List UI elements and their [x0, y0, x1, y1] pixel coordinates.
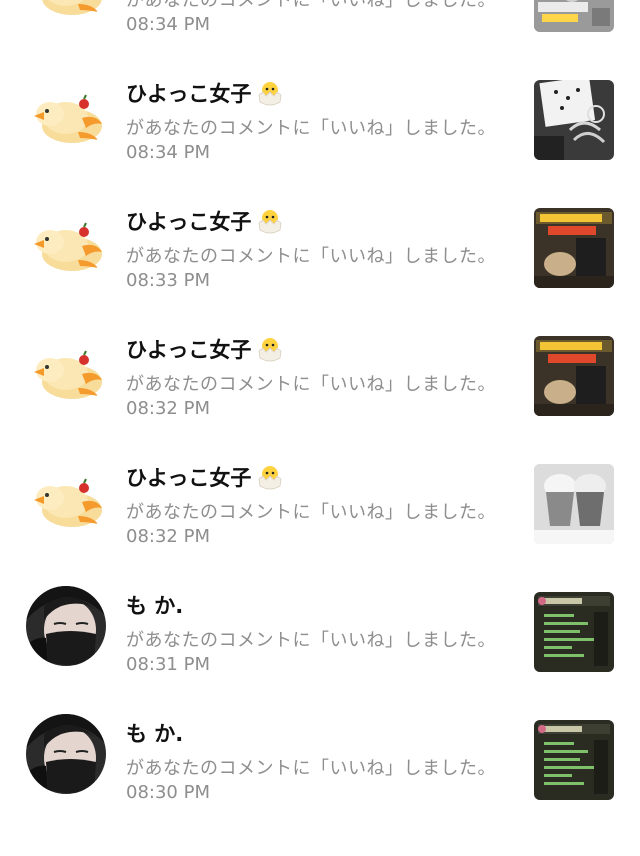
timestamp: 08:30 PM	[126, 782, 210, 803]
notification-row[interactable]: ひよっこ女子 があなたのコメントに「いいね」しました。 08:33 PM	[0, 170, 640, 298]
notification-row[interactable]: ひよっこ女子 があなたのコメントに「いいね」しました。 08:32 PM	[0, 298, 640, 426]
username-line[interactable]: も か.	[126, 590, 183, 620]
post-thumbnail[interactable]	[534, 208, 614, 288]
timestamp: 08:33 PM	[126, 270, 210, 291]
username[interactable]: ひよっこ女子	[126, 78, 251, 108]
post-thumbnail[interactable]	[534, 80, 614, 160]
post-thumbnail[interactable]	[534, 592, 614, 672]
notification-message: があなたのコメントに「いいね」しました。	[126, 246, 496, 267]
username-line[interactable]: ひよっこ女子	[126, 78, 285, 108]
avatar[interactable]	[26, 330, 106, 410]
notification-message: があなたのコメントに「いいね」しました。	[126, 374, 496, 395]
notification-list: ひよっこ女子 があなたのコメントに「いいね」しました。 08:34 PM ひよっこ…	[0, 0, 640, 810]
username-line[interactable]: ひよっこ女子	[126, 334, 285, 364]
notification-row[interactable]: ひよっこ女子 があなたのコメントに「いいね」しました。08:34 PM	[0, 0, 640, 42]
username-line[interactable]: ひよっこ女子	[126, 462, 285, 492]
avatar[interactable]	[26, 458, 106, 538]
notification-message: があなたのコメントに「いいね」しました。	[126, 630, 496, 651]
hatching-chick-icon	[255, 78, 285, 108]
timestamp: 08:32 PM	[126, 526, 210, 547]
timestamp: 08:34 PM	[126, 14, 210, 35]
username-line[interactable]: ひよっこ女子	[126, 206, 285, 236]
notification-message: があなたのコメントに「いいね」しました。	[126, 0, 496, 11]
timestamp: 08:34 PM	[126, 142, 210, 163]
avatar[interactable]	[26, 586, 106, 666]
avatar[interactable]	[26, 714, 106, 794]
username[interactable]: ひよっこ女子	[126, 462, 251, 492]
notification-row[interactable]: ひよっこ女子 があなたのコメントに「いいね」しました。 08:34 PM	[0, 42, 640, 170]
avatar[interactable]	[26, 74, 106, 154]
post-thumbnail[interactable]	[534, 0, 614, 32]
timestamp: 08:31 PM	[126, 654, 210, 675]
username[interactable]: ひよっこ女子	[126, 206, 251, 236]
username-line[interactable]: も か.	[126, 718, 183, 748]
notification-message: があなたのコメントに「いいね」しました。	[126, 118, 496, 139]
avatar[interactable]	[26, 202, 106, 282]
post-thumbnail[interactable]	[534, 720, 614, 800]
notification-message: があなたのコメントに「いいね」しました。	[126, 758, 496, 779]
username[interactable]: も か.	[126, 718, 183, 748]
avatar[interactable]	[26, 0, 106, 26]
hatching-chick-icon	[255, 334, 285, 364]
notification-row[interactable]: ひよっこ女子 があなたのコメントに「いいね」しました。 08:32 PM	[0, 426, 640, 554]
post-thumbnail[interactable]	[534, 464, 614, 544]
hatching-chick-icon	[255, 206, 285, 236]
timestamp: 08:32 PM	[126, 398, 210, 419]
notification-row[interactable]: も か. があなたのコメントに「いいね」しました。 08:30 PM	[0, 682, 640, 810]
notification-row[interactable]: も か. があなたのコメントに「いいね」しました。 08:31 PM	[0, 554, 640, 682]
username[interactable]: ひよっこ女子	[126, 334, 251, 364]
username[interactable]: も か.	[126, 590, 183, 620]
post-thumbnail[interactable]	[534, 336, 614, 416]
notification-message: があなたのコメントに「いいね」しました。	[126, 502, 496, 523]
hatching-chick-icon	[255, 462, 285, 492]
